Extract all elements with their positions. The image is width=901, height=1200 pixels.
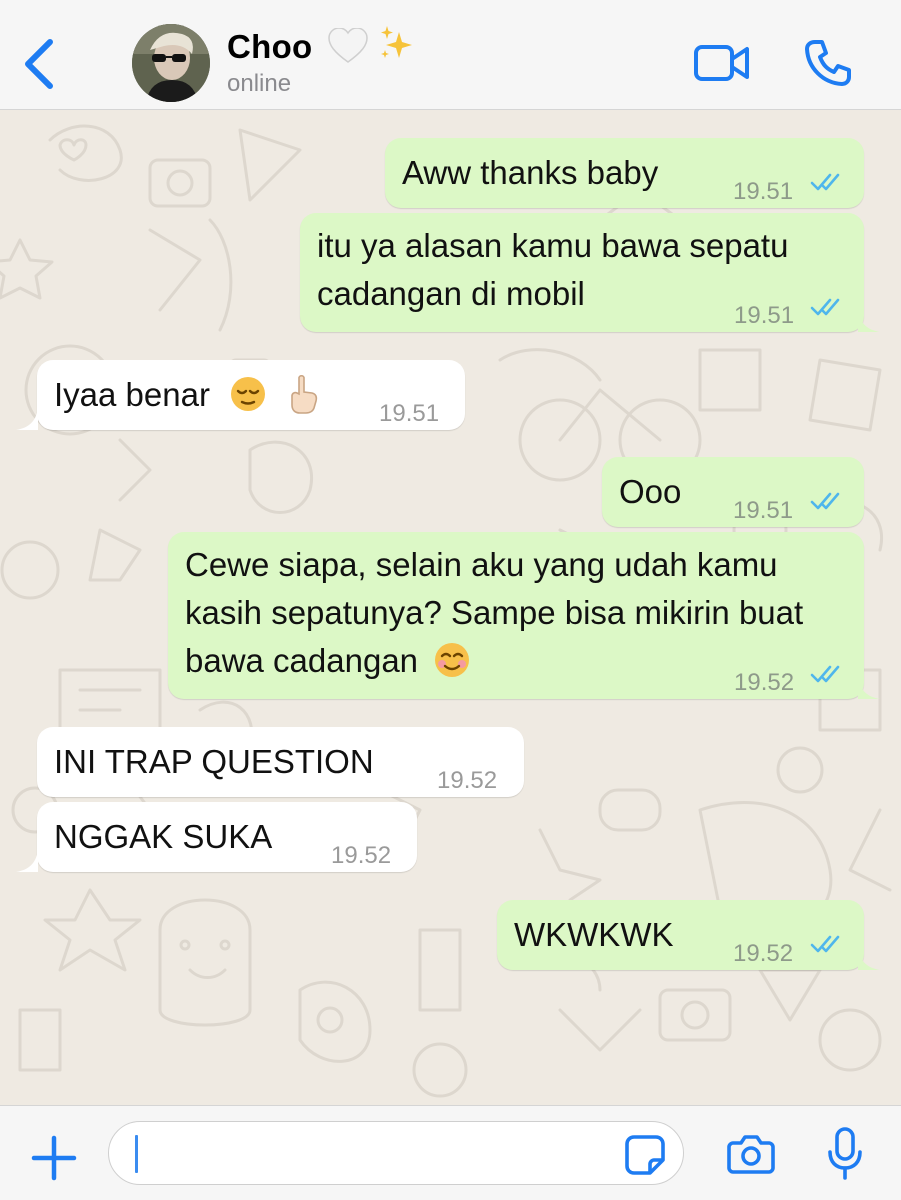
sticker-icon <box>625 1135 665 1175</box>
camera-icon <box>727 1135 775 1174</box>
read-ticks-icon <box>810 173 840 191</box>
message-text: WKWKWK <box>514 916 674 953</box>
video-camera-icon <box>694 45 749 81</box>
message-bubble-incoming[interactable]: Iyaa benar 19.51 <box>37 360 465 430</box>
video-call-button[interactable] <box>693 42 751 84</box>
message-time: 19.52 <box>437 767 498 794</box>
bubble-tail <box>858 948 880 970</box>
sticker-button[interactable] <box>624 1134 666 1176</box>
bubble-tail <box>858 310 880 332</box>
contact-status: online <box>227 70 292 97</box>
smiling-face-emoji <box>435 643 470 678</box>
bubble-tail <box>16 408 38 430</box>
back-button[interactable] <box>20 36 62 92</box>
message-text: Cewe siapa, selain aku yang udah kamu ka… <box>185 546 804 679</box>
message-bubble-incoming[interactable]: INI TRAP QUESTION 19.52 <box>37 727 524 797</box>
contact-name-text: Choo <box>227 28 313 65</box>
message-input-bar <box>0 1105 901 1200</box>
attach-button[interactable] <box>31 1135 77 1181</box>
message-time: 19.52 <box>331 842 392 869</box>
microphone-icon <box>828 1127 862 1180</box>
message-bubble-outgoing[interactable]: Cewe siapa, selain aku yang udah kamu ka… <box>168 532 864 699</box>
chevron-left-icon <box>25 39 53 89</box>
contact-name[interactable]: Choo <box>227 26 417 66</box>
voice-call-button[interactable] <box>803 38 853 88</box>
bubble-tail <box>16 850 38 872</box>
message-time: 19.51 <box>734 302 795 329</box>
text-cursor <box>135 1135 138 1173</box>
bubble-tail <box>858 677 880 699</box>
message-text: NGGAK SUKA <box>54 818 273 855</box>
read-ticks-icon <box>810 492 840 510</box>
avatar[interactable] <box>132 24 210 102</box>
message-text: Aww thanks baby <box>402 154 659 191</box>
phone-icon <box>805 40 851 86</box>
message-time: 19.51 <box>733 497 794 524</box>
read-ticks-icon <box>810 298 840 316</box>
avatar-photo <box>132 24 210 102</box>
message-text: Iyaa benar <box>54 376 210 413</box>
message-text: INI TRAP QUESTION <box>54 743 374 780</box>
message-content: Iyaa benar <box>54 371 320 419</box>
message-text: Ooo <box>619 473 682 510</box>
plus-icon <box>31 1135 77 1181</box>
read-ticks-icon <box>810 665 840 683</box>
white-heart-icon <box>328 27 368 64</box>
chat-header: Choo online <box>0 0 901 110</box>
relieved-face-emoji <box>231 377 266 412</box>
message-time: 19.51 <box>379 400 440 427</box>
camera-button[interactable] <box>727 1134 775 1174</box>
message-time: 19.52 <box>733 940 794 967</box>
index-pointing-up-emoji <box>291 375 318 415</box>
voice-message-button[interactable] <box>826 1126 864 1182</box>
chat-area[interactable]: Aww thanks baby 19.51 itu ya alasan kamu… <box>0 110 901 1105</box>
message-bubble-outgoing[interactable]: WKWKWK 19.52 <box>497 900 864 970</box>
message-time: 19.51 <box>733 178 794 205</box>
message-input[interactable] <box>108 1121 684 1185</box>
message-bubble-outgoing[interactable]: Aww thanks baby 19.51 <box>385 138 864 208</box>
message-bubble-outgoing[interactable]: itu ya alasan kamu bawa sepatu cadangan … <box>300 213 864 332</box>
sparkles-icon <box>381 26 413 59</box>
message-bubble-outgoing[interactable]: Ooo 19.51 <box>602 457 864 527</box>
message-bubble-incoming[interactable]: NGGAK SUKA 19.52 <box>37 802 417 872</box>
message-time: 19.52 <box>734 669 795 696</box>
read-ticks-icon <box>810 935 840 953</box>
